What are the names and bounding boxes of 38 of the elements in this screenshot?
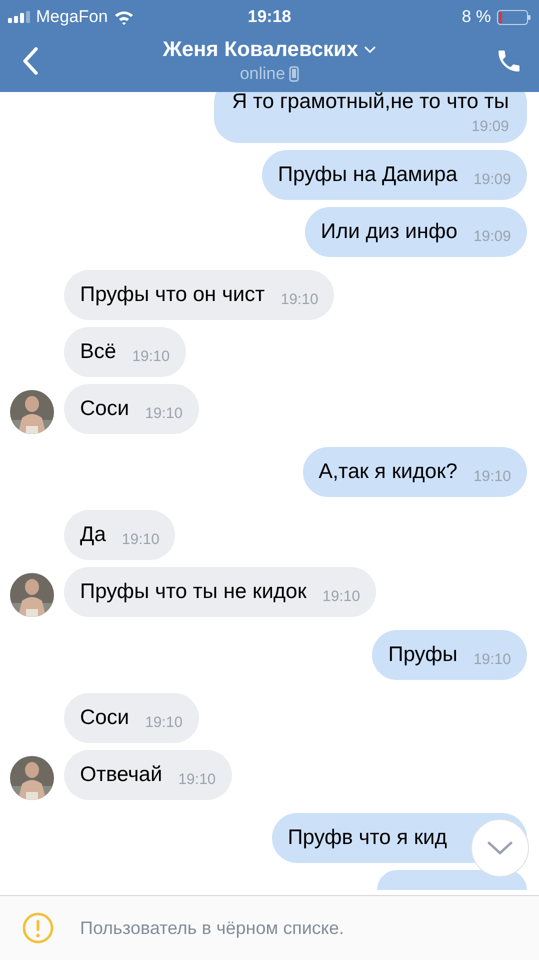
message-text: Всё — [80, 340, 116, 364]
contact-name[interactable]: Женя Ковалевских — [162, 38, 358, 62]
message-time: 19:10 — [280, 290, 318, 308]
message-text: Или диз инфо — [320, 220, 458, 244]
message-text: Соси — [80, 706, 130, 730]
online-status: online — [240, 64, 286, 84]
chevron-down-icon — [364, 46, 376, 54]
message-time: 19:10 — [473, 466, 511, 484]
carrier-name: MegaFon — [36, 7, 108, 27]
message-text: Пруфы что ты не кидок — [80, 580, 307, 604]
warning-icon — [22, 912, 54, 944]
clock-time: 19:18 — [248, 7, 292, 27]
message-text: Да — [80, 523, 106, 547]
message-time: 19:09 — [473, 226, 511, 244]
message-time: 19:10 — [132, 346, 170, 364]
message-time: 19:10 — [122, 530, 160, 548]
message-text: Пруфы что он чист — [80, 283, 265, 307]
message-text: Соси — [80, 397, 130, 421]
signal-icon — [8, 11, 30, 23]
chevron-down-icon — [487, 841, 513, 855]
message-time: 19:10 — [145, 712, 183, 730]
message-time: 19:10 — [145, 404, 183, 422]
message-text: Пруфы на Дамира — [278, 163, 458, 187]
message-text: Пруфы — [388, 643, 458, 667]
message-text: Отвечай — [80, 763, 162, 787]
blocked-notice: Пользователь в чёрном списке. — [80, 918, 344, 938]
message-text: Я то грамотный,не то что ты — [232, 92, 509, 114]
phone-device-icon — [289, 66, 300, 82]
message-time: 19:10 — [322, 586, 360, 604]
message-text: А,так я кидок? — [318, 460, 458, 484]
message-time: 19:09 — [471, 118, 509, 135]
wifi-icon — [114, 10, 134, 24]
battery-percent: 8 % — [462, 7, 492, 27]
battery-icon — [497, 10, 532, 24]
message-time: 19:10 — [473, 650, 511, 668]
message-time: 19:09 — [473, 170, 511, 188]
message-text: Пруфв что я кид — [288, 826, 447, 850]
message-time: 19:10 — [178, 770, 216, 788]
